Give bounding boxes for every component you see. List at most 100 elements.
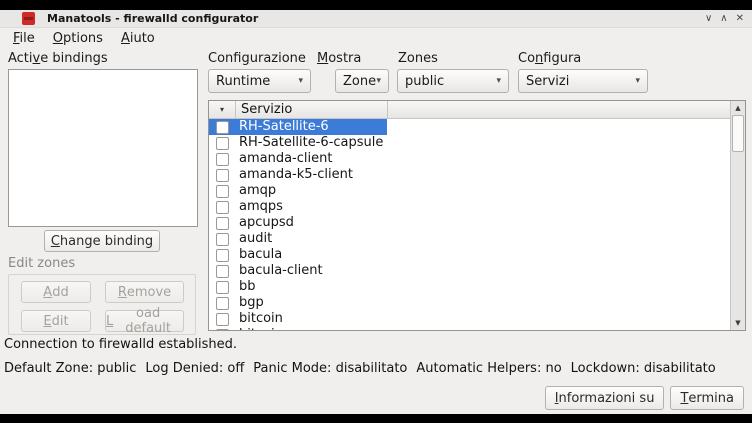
maximize-icon[interactable]: ∧ — [720, 12, 727, 26]
status-item: Log Denied: off — [145, 361, 244, 376]
chevron-down-icon: ▾ — [496, 76, 508, 86]
service-row[interactable]: bitcoin-rpc — [209, 327, 730, 330]
service-checkbox[interactable] — [216, 329, 229, 331]
configure-select[interactable]: Servizi ▾ — [518, 69, 648, 93]
service-checkbox[interactable] — [216, 313, 229, 326]
zones-label: Zones — [398, 51, 438, 66]
footer: Informazioni su Termina — [545, 386, 744, 410]
service-row-band: bgp — [209, 295, 387, 311]
app-icon-band — [24, 17, 33, 20]
service-row[interactable]: RH-Satellite-6-capsule — [209, 135, 730, 151]
service-name: amqps — [239, 199, 283, 215]
app-icon — [22, 12, 35, 25]
status-value: off — [227, 361, 244, 376]
chevron-down-icon: ▾ — [635, 76, 647, 86]
service-row[interactable]: bitcoin — [209, 311, 730, 327]
view-value: Zones — [336, 74, 376, 89]
menubar: File Options Aiuto — [0, 28, 752, 48]
service-checkbox[interactable] — [216, 169, 229, 182]
view-label: Mostra — [317, 51, 361, 66]
service-checkbox[interactable] — [216, 201, 229, 214]
letterbox-bottom — [0, 414, 752, 423]
service-row[interactable]: apcupsd — [209, 215, 730, 231]
configure-value: Servizi — [519, 74, 635, 89]
service-name: bgp — [239, 295, 264, 311]
active-bindings-label: Active bindings — [8, 51, 108, 66]
service-list: RH-Satellite-6 RH-Satellite-6-capsule am… — [209, 119, 730, 330]
status-value: disabilitato — [336, 361, 408, 376]
titlebar[interactable]: Manatools - firewalld configurator ∨ ∧ ✕ — [0, 10, 752, 28]
scroll-down-icon[interactable]: ▼ — [731, 316, 745, 330]
service-name: bb — [239, 279, 256, 295]
scrollbar-thumb[interactable] — [732, 115, 744, 152]
status-label: Panic Mode: — [253, 361, 331, 376]
service-checkbox[interactable] — [216, 217, 229, 230]
service-checkbox[interactable] — [216, 185, 229, 198]
service-checkbox[interactable] — [216, 249, 229, 262]
service-row[interactable]: bacula — [209, 247, 730, 263]
status-label: Default Zone: — [4, 361, 93, 376]
service-row[interactable]: amanda-k5-client — [209, 167, 730, 183]
service-checkbox[interactable] — [216, 153, 229, 166]
service-checkbox[interactable] — [216, 233, 229, 246]
service-row[interactable]: bb — [209, 279, 730, 295]
status-details: Default Zone: public Log Denied: off Panic… — [4, 361, 725, 376]
service-checkbox[interactable] — [216, 121, 229, 134]
service-checkbox[interactable] — [216, 137, 229, 150]
remove-zone-button[interactable]: Remove — [105, 281, 184, 303]
edit-zone-button[interactable]: Edit — [21, 310, 91, 332]
status-label: Lockdown: — [571, 361, 640, 376]
scroll-up-icon[interactable]: ▲ — [731, 101, 745, 115]
close-icon[interactable]: ✕ — [736, 12, 744, 26]
app-window: Manatools - firewalld configurator ∨ ∧ ✕… — [0, 10, 752, 414]
about-button[interactable]: Informazioni su — [545, 386, 665, 410]
configuration-label: Configurazione — [208, 51, 306, 66]
add-zone-button[interactable]: Add — [21, 281, 91, 303]
service-name: bitcoin — [239, 311, 283, 327]
quit-button[interactable]: Termina — [670, 386, 744, 410]
service-name: bacula-client — [239, 263, 323, 279]
select-column-header[interactable]: ▾ — [209, 101, 236, 118]
service-row[interactable]: bacula-client — [209, 263, 730, 279]
service-row-band: bb — [209, 279, 387, 295]
status-value: disabilitato — [644, 361, 716, 376]
service-name: RH-Satellite-6 — [239, 119, 329, 135]
services-table-main: ▾ Servizio RH-Satellite-6 RH-Satellite-6… — [209, 101, 730, 330]
edit-zones-group: Add Remove Edit Load default — [8, 274, 196, 335]
vertical-scrollbar[interactable]: ▲ ▼ — [730, 101, 745, 330]
service-row[interactable]: audit — [209, 231, 730, 247]
service-row[interactable]: amqp — [209, 183, 730, 199]
service-row[interactable]: RH-Satellite-6 — [209, 119, 730, 135]
services-table-header: ▾ Servizio — [209, 101, 730, 119]
status-value: public — [97, 361, 136, 376]
service-row[interactable]: amqps — [209, 199, 730, 215]
minimize-icon[interactable]: ∨ — [705, 12, 712, 26]
menu-file[interactable]: File — [4, 30, 44, 47]
menu-aiuto[interactable]: Aiuto — [112, 30, 164, 47]
status-item: Automatic Helpers: no — [416, 361, 561, 376]
view-select[interactable]: Zones ▾ — [335, 69, 389, 93]
service-name: apcupsd — [239, 215, 294, 231]
service-column-header[interactable]: Servizio — [236, 102, 292, 117]
service-checkbox[interactable] — [216, 265, 229, 278]
service-name: RH-Satellite-6-capsule — [239, 135, 383, 151]
service-checkbox[interactable] — [216, 297, 229, 310]
status-item: Default Zone: public — [4, 361, 136, 376]
zones-select[interactable]: public ▾ — [397, 69, 509, 93]
load-default-button[interactable]: Load default — [105, 310, 184, 332]
menu-options[interactable]: Options — [44, 30, 112, 47]
chevron-down-icon: ▾ — [376, 76, 388, 86]
service-name: amqp — [239, 183, 276, 199]
active-bindings-list[interactable] — [8, 69, 198, 227]
service-checkbox[interactable] — [216, 281, 229, 294]
service-row[interactable]: amanda-client — [209, 151, 730, 167]
service-row-band: bacula — [209, 247, 387, 263]
status-value: no — [545, 361, 561, 376]
service-row[interactable]: bgp — [209, 295, 730, 311]
service-row-band: RH-Satellite-6 — [209, 119, 387, 135]
service-row-band: audit — [209, 231, 387, 247]
status-item: Panic Mode: disabilitato — [253, 361, 407, 376]
configuration-select[interactable]: Runtime ▾ — [208, 69, 311, 93]
change-binding-button[interactable]: Change binding — [44, 230, 160, 252]
service-row-band: amqp — [209, 183, 387, 199]
